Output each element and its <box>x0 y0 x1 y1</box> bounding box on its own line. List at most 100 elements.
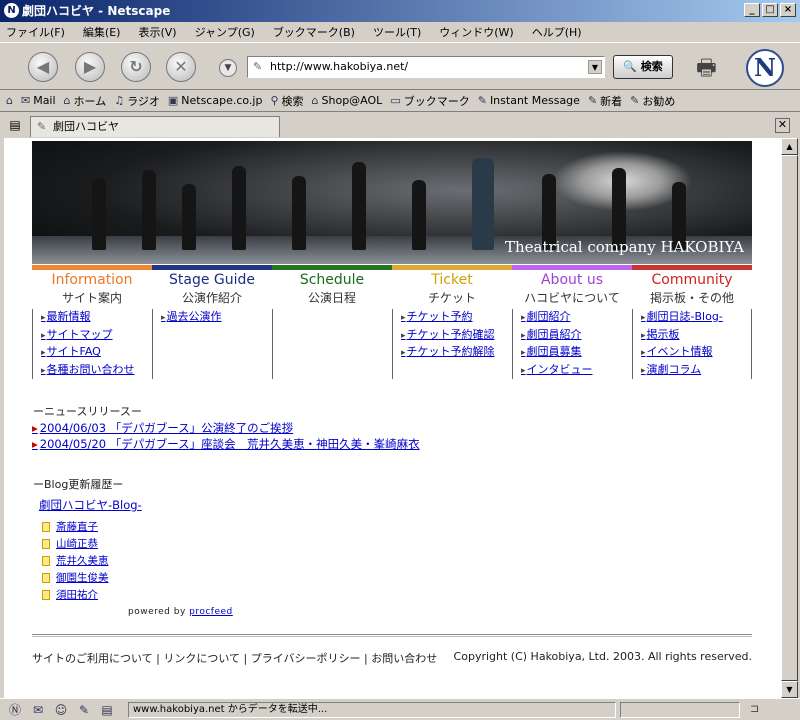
toolbar-link-netscape[interactable]: ▣ Netscape.co.jp <box>168 94 263 107</box>
forward-icon[interactable]: ▶ <box>75 52 105 82</box>
nav-link[interactable]: 劇団員募集 <box>521 344 632 362</box>
netscape-app-icon[interactable]: N <box>4 3 19 18</box>
url-dropdown-icon[interactable]: ▼ <box>219 59 237 77</box>
performer-figure <box>182 184 196 250</box>
blog-entry-link[interactable]: 荒井久美恵 <box>56 553 109 568</box>
nav-heading[interactable]: Stage Guide <box>152 271 272 289</box>
progress-bar <box>620 702 740 718</box>
menu-bookmarks[interactable]: ブックマーク(B) <box>271 23 357 41</box>
menu-file[interactable]: ファイル(F) <box>4 23 67 41</box>
nav-heading[interactable]: Ticket <box>392 271 512 289</box>
footer-links[interactable]: サイトのご利用について | リンクについて | プライバシーポリシー | お問い… <box>32 650 437 666</box>
nav-link[interactable]: イベント情報 <box>641 344 751 362</box>
nav-information: Information サイト案内 最新情報 サイトマップ サイトFAQ 各種お… <box>32 265 152 379</box>
netscape-status-icon[interactable]: Ⓝ <box>6 701 24 718</box>
new-tab-icon[interactable]: ▤ <box>6 117 24 135</box>
search-button[interactable]: 🔍 検索 <box>613 55 673 79</box>
im-icon[interactable]: ☺ <box>52 703 70 717</box>
news-item[interactable]: 2004/06/03 「デパガブース」公演終了のご挨拶 <box>32 420 420 436</box>
nav-color-bar <box>392 265 512 270</box>
nav-stage-guide: Stage Guide 公演作紹介 過去公演作 <box>152 265 272 379</box>
menu-help[interactable]: ヘルプ(H) <box>530 23 584 41</box>
toolbar-link-search[interactable]: ⚲ 検索 <box>270 93 303 109</box>
toolbar-link-recommend[interactable]: ✎ お勧め <box>630 93 675 109</box>
nav-link[interactable]: 劇団員紹介 <box>521 327 632 345</box>
nav-link[interactable]: サイトFAQ <box>41 344 152 362</box>
menu-edit[interactable]: 編集(E) <box>81 23 123 41</box>
back-icon[interactable]: ◀ <box>28 52 58 82</box>
menu-window[interactable]: ウィンドウ(W) <box>437 23 515 41</box>
window-title: 劇団ハコビヤ - Netscape <box>22 4 171 18</box>
nav-link[interactable]: サイトマップ <box>41 327 152 345</box>
window-controls: _ □ × <box>744 3 796 17</box>
nav-link[interactable]: 掲示板 <box>641 327 751 345</box>
nav-link[interactable]: チケット予約解除 <box>401 344 512 362</box>
nav-link[interactable]: 各種お問い合わせ <box>41 362 152 380</box>
nav-color-bar <box>32 265 152 270</box>
toolbar-link-home[interactable]: ⌂ ホーム <box>64 93 107 109</box>
nav-link[interactable]: 最新情報 <box>41 309 152 327</box>
address-book-icon[interactable]: ▤ <box>98 703 116 717</box>
blog-entry-link[interactable]: 斎藤直子 <box>56 519 98 534</box>
menu-view[interactable]: 表示(V) <box>136 23 178 41</box>
scroll-thumb[interactable] <box>781 155 798 681</box>
toolbar-link-mail[interactable]: ✉ Mail <box>21 94 56 107</box>
nav-link[interactable]: チケット予約 <box>401 309 512 327</box>
performer-figure <box>472 158 494 250</box>
security-icon[interactable]: ⊐ <box>750 702 759 715</box>
reload-icon[interactable]: ↻ <box>121 52 151 82</box>
blog-entry-link[interactable]: 御園生俊美 <box>56 570 109 585</box>
nav-link[interactable]: 演劇コラム <box>641 362 751 380</box>
nav-heading[interactable]: Community <box>632 271 752 289</box>
stop-icon[interactable]: ✕ <box>166 52 196 82</box>
nav-color-bar <box>272 265 392 270</box>
vertical-scrollbar[interactable]: ▲ ▼ <box>781 138 798 698</box>
toolbar-link-radio[interactable]: ♫ ラジオ <box>114 93 160 109</box>
nav-heading[interactable]: Schedule <box>272 271 392 289</box>
nav-schedule: Schedule 公演日程 <box>272 265 392 379</box>
print-icon[interactable]: 🖶 <box>696 51 717 89</box>
scroll-up-icon[interactable]: ▲ <box>781 138 798 155</box>
minimize-button[interactable]: _ <box>744 3 760 17</box>
toolbar-link-im[interactable]: ✎ Instant Message <box>478 94 580 107</box>
blog-entry-link[interactable]: 須田祐介 <box>56 587 98 602</box>
my-icon: ▣ <box>167 94 179 107</box>
nav-link[interactable]: 過去公演作 <box>161 309 272 327</box>
performer-figure <box>412 180 426 250</box>
document-icon <box>42 521 50 532</box>
banner-title: Theatrical company HAKOBIYA <box>504 238 744 256</box>
url-history-icon[interactable]: ▼ <box>588 60 602 74</box>
menu-tools[interactable]: ツール(T) <box>371 23 423 41</box>
blog-title-link[interactable]: 劇団ハコビヤ-Blog- <box>39 497 142 513</box>
netscape-logo[interactable]: N <box>746 49 784 87</box>
link-icon: ✎ <box>630 94 640 107</box>
maximize-button[interactable]: □ <box>762 3 778 17</box>
mail-icon[interactable]: ✉ <box>29 703 47 717</box>
navigation-toolbar: ◀ ▶ ↻ ✕ ▼ ✎ http://www.hakobiya.net/ ▼ 🔍… <box>0 42 800 90</box>
blog-entry-link[interactable]: 山崎正恭 <box>56 536 98 551</box>
news-item[interactable]: 2004/05/20 「デパガブース」座談会 荒井久美恵・神田久美・峯崎麻衣 <box>32 436 420 452</box>
toolbar-link-bookmarks[interactable]: ▭ ブックマーク <box>390 93 469 109</box>
close-button[interactable]: × <box>780 3 796 17</box>
close-tab-icon[interactable]: ✕ <box>775 118 790 133</box>
scroll-down-icon[interactable]: ▼ <box>781 681 798 698</box>
home-tab-icon[interactable]: ⌂ <box>6 94 13 107</box>
personal-toolbar: ⌂ ✉ Mail ⌂ ホーム ♫ ラジオ ▣ Netscape.co.jp ⚲ 検索 ⌂ S… <box>0 90 800 112</box>
menu-go[interactable]: ジャンプ(G) <box>193 23 257 41</box>
nav-heading[interactable]: Information <box>32 271 152 289</box>
performer-figure <box>352 162 366 250</box>
nav-link[interactable]: インタビュー <box>521 362 632 380</box>
tab-hakobiya[interactable]: ✎ 劇団ハコビヤ <box>30 116 280 137</box>
nav-heading[interactable]: About us <box>512 271 632 289</box>
procfeed-link[interactable]: procfeed <box>189 607 233 617</box>
composer-icon[interactable]: ✎ <box>75 703 93 717</box>
nav-link[interactable]: 劇団紹介 <box>521 309 632 327</box>
page-icon: ✎ <box>37 120 47 133</box>
toolbar-link-new[interactable]: ✎ 新着 <box>588 93 622 109</box>
shop-icon: ⌂ <box>311 94 319 107</box>
nav-link[interactable]: 劇団日誌-Blog- <box>641 309 751 327</box>
nav-link[interactable]: チケット予約確認 <box>401 327 512 345</box>
tab-bar: ▤ ✎ 劇団ハコビヤ ✕ <box>0 113 800 137</box>
toolbar-link-shop[interactable]: ⌂ Shop@AOL <box>312 94 383 107</box>
url-field[interactable]: ✎ http://www.hakobiya.net/ ▼ <box>247 56 605 78</box>
